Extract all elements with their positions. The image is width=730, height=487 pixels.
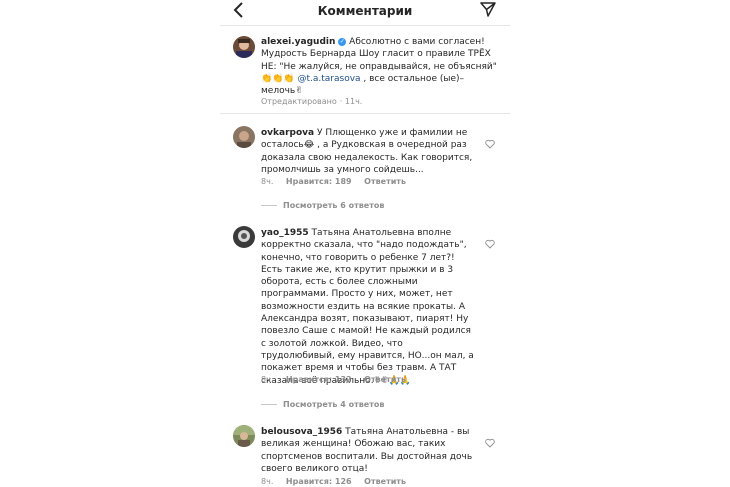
view-replies-button[interactable]: Посмотреть 4 ответов <box>261 400 384 409</box>
section-divider <box>220 113 510 114</box>
page-title: Комментарии <box>317 4 413 18</box>
reply-button[interactable]: Ответить <box>364 375 406 384</box>
view-replies-button[interactable]: Посмотреть 6 ответов <box>261 201 384 210</box>
comment-meta: 8ч. Нравится: 132 Ответить <box>261 375 407 384</box>
comment-username[interactable]: belousova_1956 <box>261 427 342 437</box>
comment-meta: 8ч. Нравится: 189 Ответить <box>261 177 407 186</box>
comment-text: alexei.yagudin ✓ Абсолютно с вами соглас… <box>261 37 497 97</box>
reply-button[interactable]: Ответить <box>364 477 406 486</box>
header: Комментарии <box>220 0 510 24</box>
heart-icon[interactable] <box>485 234 495 249</box>
avatar[interactable] <box>233 126 255 148</box>
heart-icon[interactable] <box>485 134 495 149</box>
comments-screen: Комментарии alexei.yagudin ✓ Абсолютно с… <box>220 0 510 487</box>
comment-username[interactable]: yao_1955 <box>261 228 309 238</box>
replies-line <box>261 205 277 206</box>
heart-icon[interactable] <box>485 433 495 448</box>
comment-text: ovkarpova У Плющенко уже и фамилии не ос… <box>261 128 473 175</box>
send-icon[interactable] <box>480 1 496 21</box>
likes-count[interactable]: Нравится: 126 <box>286 477 352 486</box>
comment-text: belousova_1956 Татьяна Анатольевна - вы … <box>261 427 473 474</box>
comment-meta: 8ч. Нравится: 126 Ответить <box>261 477 407 486</box>
verified-badge-icon: ✓ <box>338 38 347 46</box>
comment-username[interactable]: alexei.yagudin <box>261 37 335 47</box>
likes-count[interactable]: Нравится: 189 <box>286 177 352 186</box>
likes-count[interactable]: Нравится: 132 <box>286 375 352 384</box>
avatar[interactable] <box>233 36 255 58</box>
mention-link[interactable]: @t.a.tarasova <box>297 74 360 84</box>
replies-line <box>261 404 277 405</box>
reply-button[interactable]: Ответить <box>364 177 406 186</box>
comment-text: yao_1955 Татьяна Анатольевна вполне корр… <box>261 228 474 386</box>
comment-meta: Отредактировано · 11ч. <box>261 97 363 106</box>
avatar[interactable] <box>233 425 255 447</box>
avatar[interactable] <box>233 226 255 248</box>
comment-username[interactable]: ovkarpova <box>261 128 314 138</box>
header-divider <box>220 25 510 26</box>
